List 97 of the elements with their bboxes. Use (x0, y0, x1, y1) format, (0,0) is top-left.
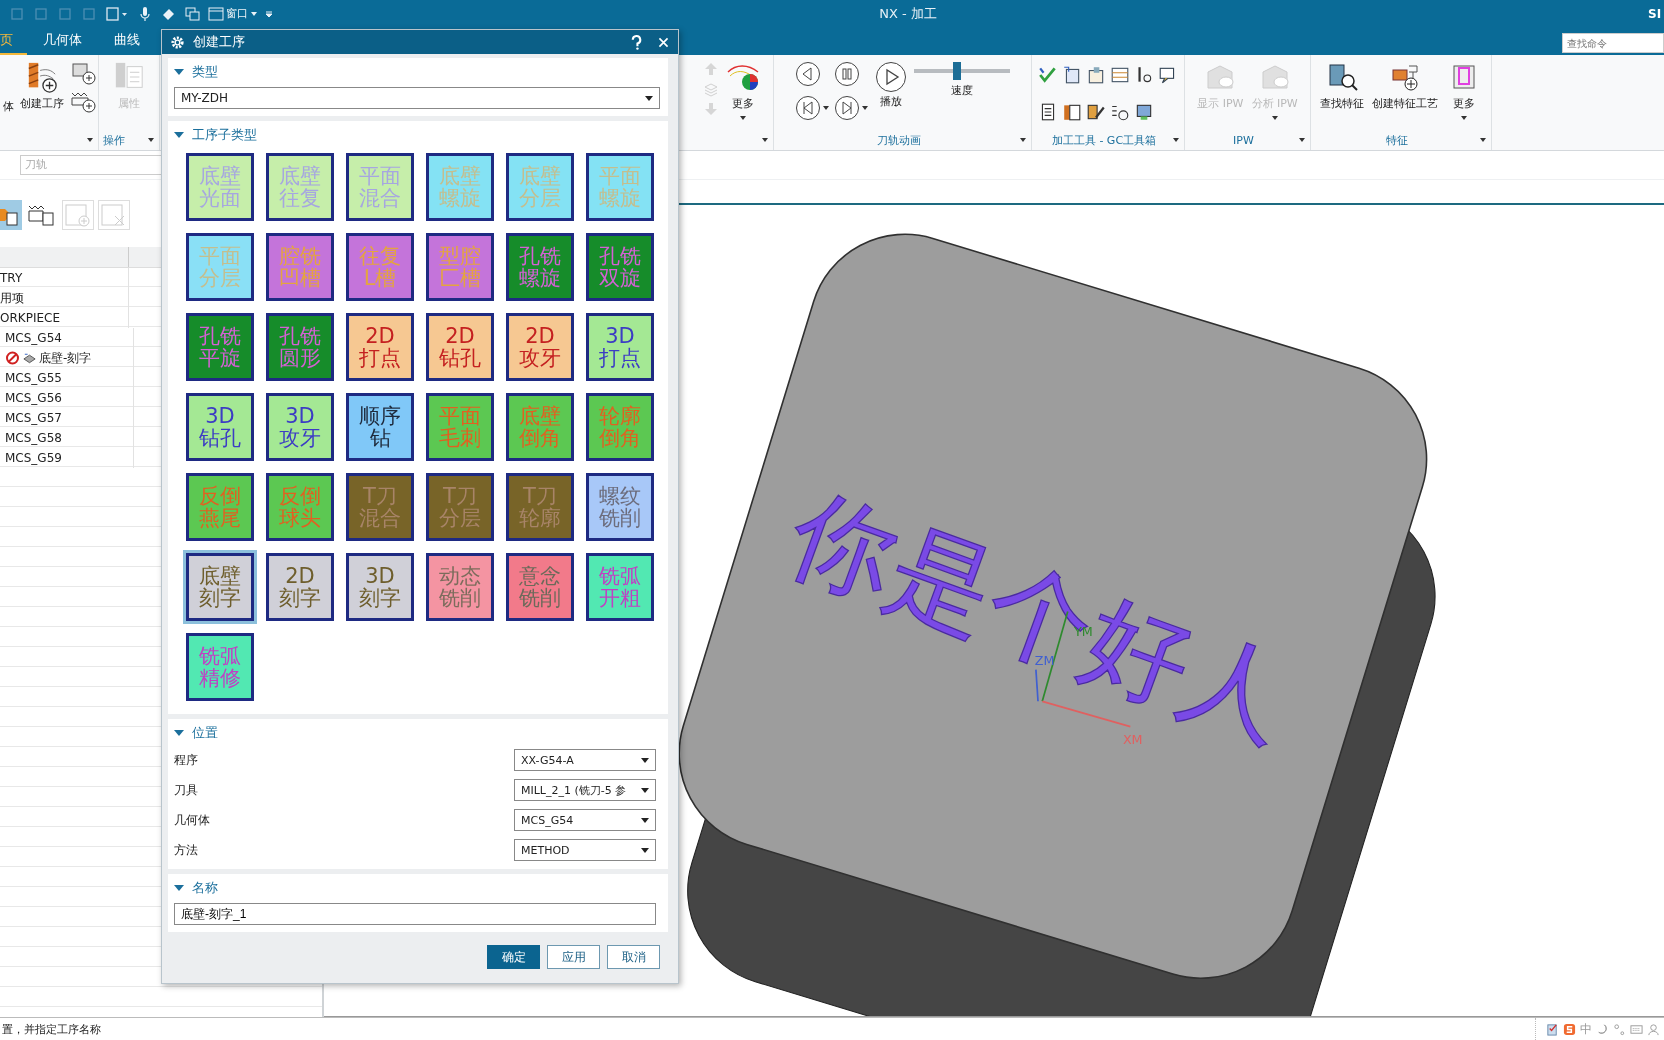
caret-icon[interactable] (264, 8, 274, 19)
forbidden-icon (5, 351, 20, 365)
field-label: 程序 (174, 751, 198, 769)
section-header[interactable]: 名称 (174, 879, 218, 897)
operation-icon (22, 351, 37, 365)
field-label: 刀具 (174, 781, 198, 799)
tree-item[interactable]: MCS_G54 (5, 331, 62, 345)
group-title: IPW (1232, 133, 1255, 147)
caret-icon (738, 114, 747, 122)
brand-logo: SI (1648, 6, 1663, 21)
tree-item[interactable]: MCS_G58 (5, 431, 62, 445)
dropdown-field[interactable]: METHOD (514, 839, 656, 861)
subtype-tile[interactable]: 2D钻孔 (423, 310, 497, 384)
caret-icon[interactable] (761, 136, 769, 144)
caret-icon (1270, 114, 1279, 122)
feature-button[interactable]: 查找特征 (1318, 61, 1366, 111)
field-label: 几何体 (174, 811, 210, 829)
section-header[interactable]: 位置 (174, 724, 218, 742)
subtype-tile[interactable]: 螺纹铣削 (583, 470, 657, 544)
status-message: 置，并指定工序名称 (1, 1021, 101, 1037)
tree-item[interactable]: 用项 (0, 289, 24, 307)
caret-icon[interactable] (1298, 136, 1306, 144)
subtype-tile[interactable]: 3D攻牙 (263, 390, 337, 464)
play-icon (874, 61, 907, 93)
tree-item[interactable]: TRY (0, 271, 23, 285)
dialog-button[interactable]: 取消 (607, 945, 660, 969)
rewind-icon[interactable] (794, 95, 821, 121)
subtype-tile[interactable]: 2D攻牙 (503, 310, 577, 384)
dropdown-field[interactable]: XX-G54-A (514, 749, 656, 771)
window-title: NX - 加工 (878, 4, 938, 23)
create-operation-button[interactable]: 创建工序 (17, 61, 66, 111)
fast-forward-icon[interactable] (833, 95, 860, 121)
caret-icon[interactable] (86, 136, 94, 144)
caret-icon[interactable] (860, 104, 869, 112)
dropdown-field[interactable]: MILL_2_1 (铣刀-5 参 (514, 779, 656, 801)
subtype-tile[interactable]: 3D打点 (583, 310, 657, 384)
type-dropdown[interactable]: MY-ZDH (174, 87, 660, 109)
play-button[interactable]: 播放 (872, 61, 909, 109)
section-header[interactable]: 类型 (174, 63, 218, 81)
table-icon[interactable] (1110, 65, 1130, 85)
check-icon[interactable] (1038, 65, 1058, 85)
subtype-tile[interactable]: 动态铣削 (423, 550, 497, 624)
window-icon (208, 5, 224, 22)
subtype-tile[interactable]: 3D钻孔 (183, 390, 257, 464)
subtype-tile[interactable]: 2D打点 (343, 310, 417, 384)
settings-icon (170, 34, 185, 50)
button-label: 体 (2, 99, 14, 114)
subtype-tile[interactable]: 底壁刻字 (183, 550, 257, 624)
tree-item[interactable]: MCS_G57 (5, 411, 62, 425)
caret-icon[interactable] (147, 136, 155, 144)
group-title: 操作 (103, 132, 125, 148)
tree-item[interactable]: 底壁-刻字 (39, 349, 92, 367)
pause-icon[interactable] (833, 61, 860, 87)
dialog-button[interactable]: 应用 (547, 945, 600, 969)
search-field[interactable]: 查找命令 (1562, 33, 1664, 53)
section-header[interactable]: 工序子类型 (174, 126, 257, 144)
feature-button[interactable]: 更多 (1444, 61, 1484, 122)
caret-icon[interactable] (821, 104, 830, 112)
group-title: 加工工具 - GC工具箱 (1050, 132, 1158, 148)
previous-icon[interactable] (794, 61, 821, 87)
subtype-tile[interactable]: 顺序钻 (343, 390, 417, 464)
frame-icon[interactable] (104, 5, 130, 22)
caret-icon[interactable] (1172, 136, 1180, 144)
caret-icon[interactable] (1479, 136, 1487, 144)
dialog-title: 创建工序 (193, 33, 246, 51)
add-program-icon[interactable] (69, 61, 96, 85)
subtype-tile[interactable]: 2D刻字 (263, 550, 337, 624)
ime-indicator[interactable]: 中 (1580, 1020, 1592, 1038)
dialog-button[interactable]: 确定 (487, 945, 540, 969)
input-method-icon[interactable] (1563, 1022, 1576, 1036)
group-title: 刀轨动画 (875, 132, 922, 148)
slider-thumb[interactable] (952, 62, 961, 80)
tree-item[interactable]: ORKPIECE (0, 311, 60, 325)
dropdown-field[interactable]: MCS_G54 (514, 809, 656, 831)
subtype-tile[interactable]: 3D刻字 (343, 550, 417, 624)
ribbon-tab[interactable]: 曲线 (98, 27, 156, 55)
feature-button[interactable]: 创建特征工艺 (1370, 61, 1440, 111)
caret-icon (250, 9, 258, 18)
help-icon[interactable] (630, 34, 643, 50)
caret-icon[interactable] (1019, 136, 1027, 144)
subtype-tile[interactable]: 铣弧精修 (183, 630, 257, 704)
tree-item[interactable]: MCS_G56 (5, 391, 62, 405)
group-title: 特征 (1385, 132, 1409, 148)
caret-icon (1460, 114, 1468, 122)
field-label: 方法 (174, 841, 198, 859)
more-button[interactable]: 更多 (722, 61, 763, 122)
tree-item[interactable]: MCS_G55 (5, 371, 62, 385)
windows-icon[interactable] (184, 5, 202, 22)
subtype-tile[interactable]: 铣弧开粗 (583, 550, 657, 624)
tree-item[interactable]: MCS_G59 (5, 451, 62, 465)
axis-label: XM (1122, 731, 1143, 747)
window-menu[interactable]: 窗口 (208, 5, 258, 22)
document-icon[interactable] (1086, 65, 1106, 85)
name-field[interactable]: 底壁-刻字_1 (174, 903, 656, 925)
document-icon[interactable] (1062, 65, 1082, 85)
slider-label: 速度 (950, 83, 973, 98)
ribbon-tab[interactable]: 几何体 (27, 27, 98, 55)
